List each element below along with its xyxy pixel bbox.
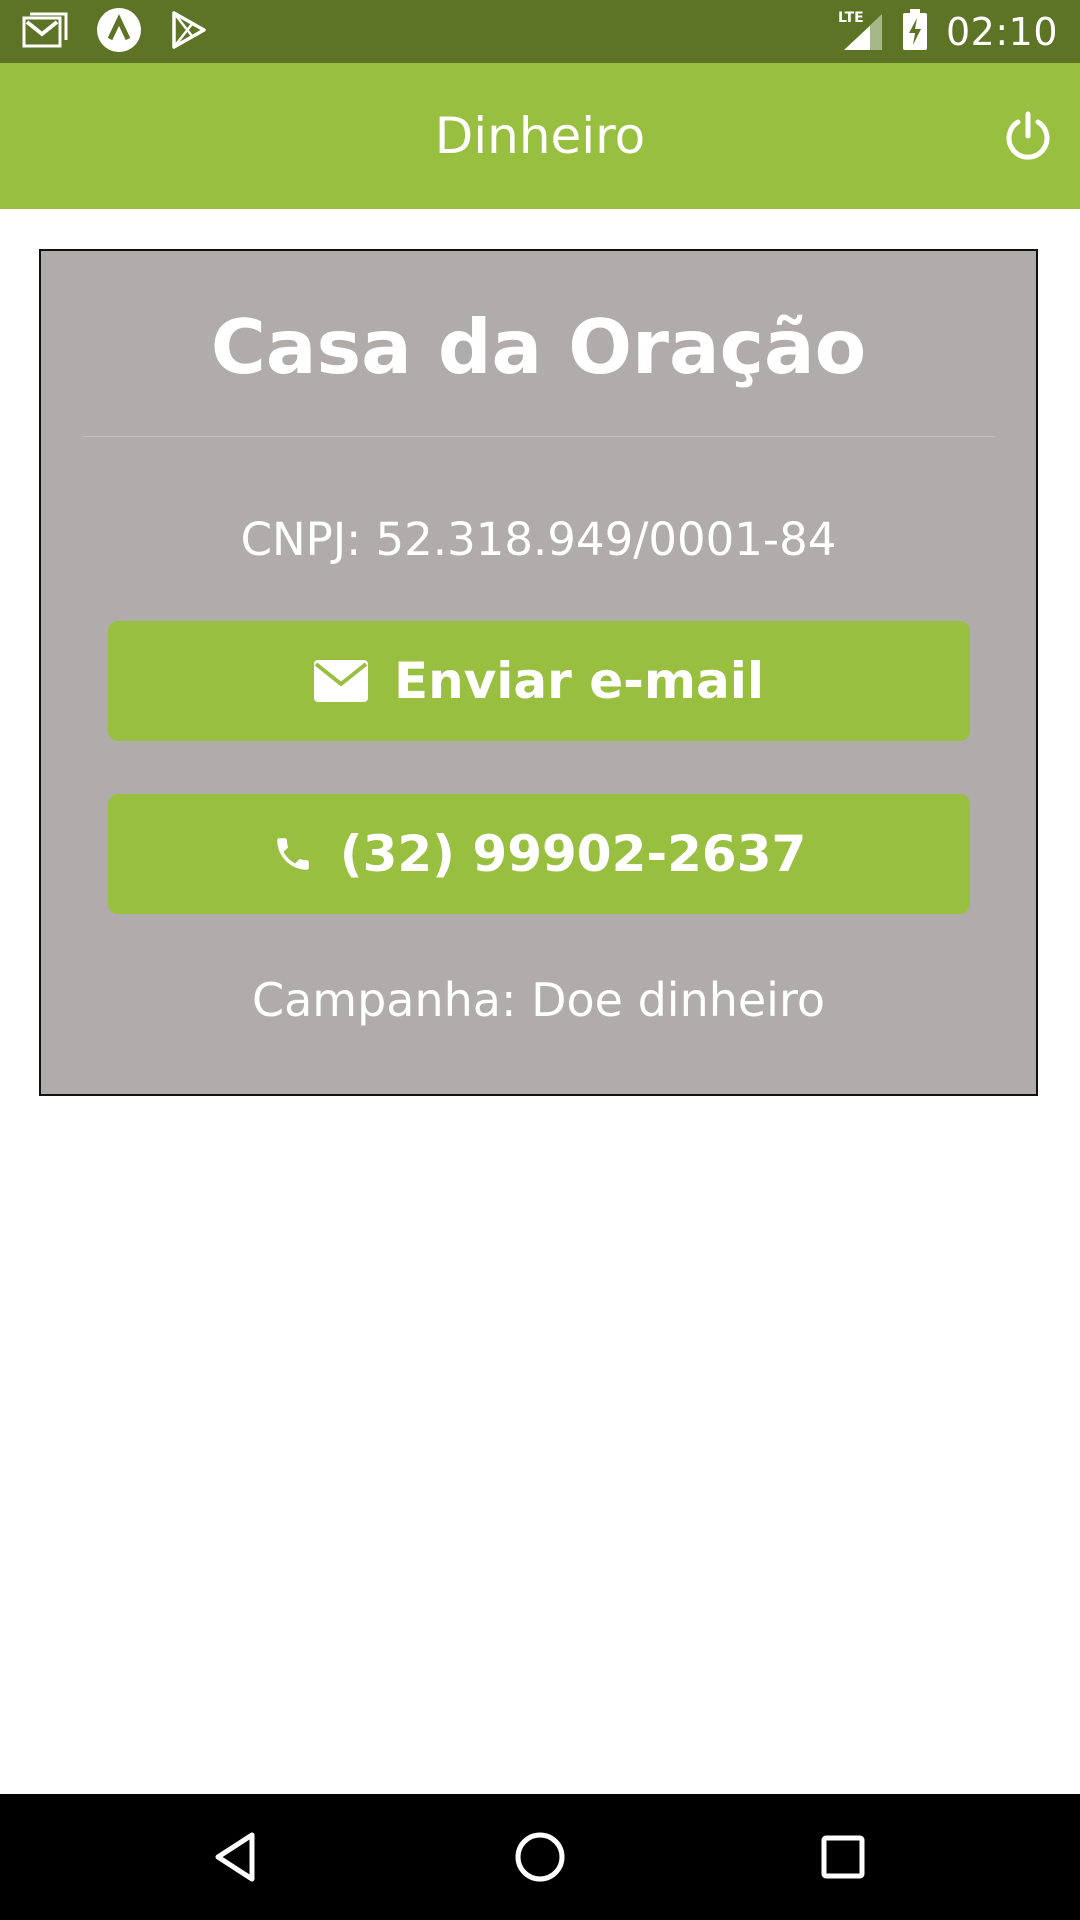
- back-icon: [206, 1832, 266, 1891]
- recents-button[interactable]: [813, 1827, 873, 1887]
- institution-name: Casa da Oração: [210, 303, 867, 391]
- play-store-icon: [170, 10, 208, 55]
- phone-icon: [272, 833, 314, 875]
- home-button[interactable]: [510, 1827, 570, 1887]
- home-icon: [510, 1832, 570, 1891]
- gmail-icon: [22, 10, 68, 55]
- status-time: 02:10: [945, 10, 1058, 54]
- institution-card: Casa da Oração CNPJ: 52.318.949/0001-84 …: [39, 249, 1038, 1096]
- page-title: Dinheiro: [434, 107, 646, 165]
- campaign-text: Campanha: Doe dinheiro: [251, 973, 826, 1027]
- call-phone-button[interactable]: (32) 99902-2637: [108, 794, 970, 914]
- app-notification-icon: [96, 7, 142, 58]
- lte-signal-icon: LTE: [836, 8, 884, 57]
- recents-icon: [813, 1835, 873, 1891]
- system-icons: LTE 02:10: [836, 8, 1058, 56]
- envelope-icon: [313, 660, 368, 702]
- notification-icons: [22, 7, 208, 58]
- app-bar: Dinheiro: [0, 63, 1080, 209]
- power-icon: [1002, 111, 1054, 167]
- phone-number-label: (32) 99902-2637: [339, 825, 807, 883]
- navigation-bar: [0, 1794, 1080, 1920]
- divider: [82, 436, 995, 437]
- battery-charging-icon: [902, 8, 928, 56]
- logout-button[interactable]: [1002, 111, 1054, 163]
- cnpj-text: CNPJ: 52.318.949/0001-84: [240, 513, 837, 566]
- send-email-button[interactable]: Enviar e-mail: [108, 621, 970, 741]
- svg-text:LTE: LTE: [838, 10, 864, 26]
- status-bar: LTE 02:10: [0, 0, 1080, 63]
- send-email-label: Enviar e-mail: [393, 652, 765, 710]
- back-button[interactable]: [206, 1827, 266, 1887]
